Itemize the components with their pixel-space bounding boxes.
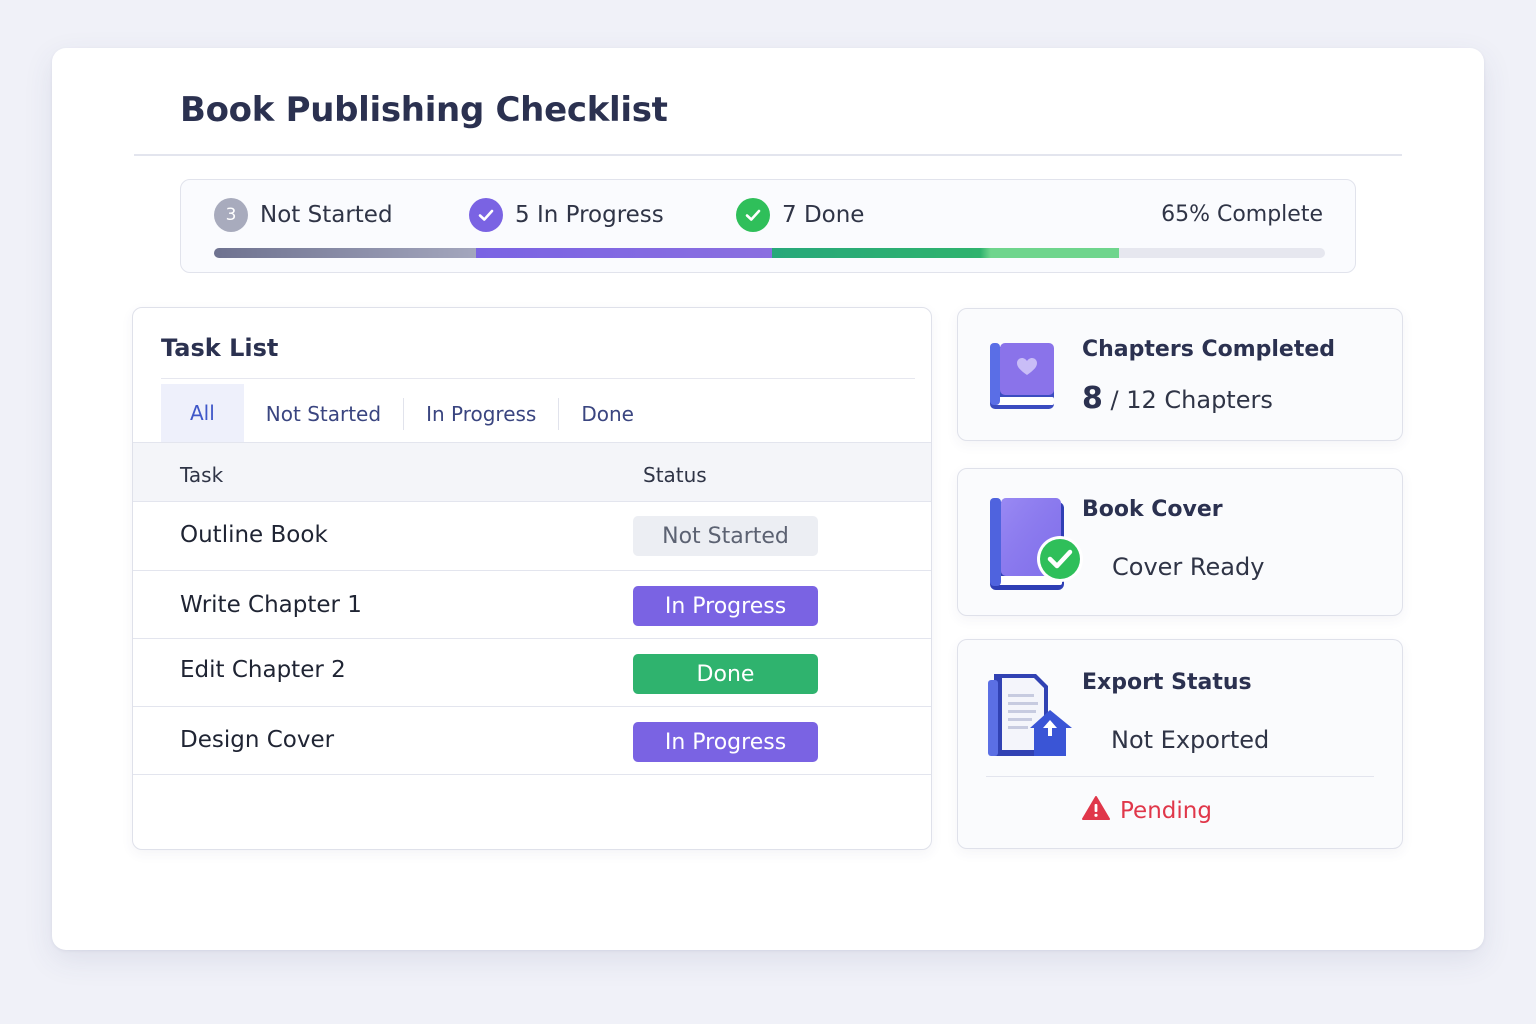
done-label: 7 Done (782, 202, 865, 228)
export-card-divider (986, 776, 1374, 777)
done-stat: 7 Done (736, 198, 864, 232)
column-header-status: Status (643, 463, 707, 487)
check-circle-icon (469, 198, 503, 232)
task-list-panel: Task List All Not Started In Progress Do… (132, 307, 932, 850)
page-title: Book Publishing Checklist (180, 90, 668, 130)
chapters-completed-card: Chapters Completed 8 / 12 Chapters (957, 308, 1403, 441)
warning-triangle-icon (1082, 795, 1110, 827)
table-header: Task Status (133, 442, 931, 502)
table-row[interactable]: Design Cover In Progress (133, 707, 931, 775)
not-started-count-badge: 3 (214, 198, 248, 232)
book-heart-icon (988, 341, 1058, 417)
progress-segment-done (772, 248, 1119, 258)
panel-divider (161, 378, 915, 379)
book-check-icon (988, 496, 1088, 598)
status-badge: In Progress (633, 586, 818, 626)
in-progress-label: 5 In Progress (515, 202, 664, 228)
task-name: Write Chapter 1 (180, 592, 362, 618)
in-progress-stat: 5 In Progress (469, 198, 664, 232)
export-status-value: Not Exported (1111, 726, 1270, 754)
export-status-title: Export Status (1082, 670, 1252, 695)
cover-status-value: Cover Ready (1112, 553, 1265, 581)
tab-not-started[interactable]: Not Started (244, 384, 403, 444)
export-status-card: Export Status Not Exported Pending (957, 639, 1403, 849)
progress-bar (214, 248, 1325, 258)
table-row[interactable]: Outline Book Not Started (133, 502, 931, 571)
chapters-total-label: / 12 Chapters (1110, 386, 1273, 414)
filter-tabs: All Not Started In Progress Done (161, 384, 656, 444)
title-divider (134, 154, 1402, 156)
chapters-progress: 8 / 12 Chapters (1082, 381, 1273, 416)
table-row[interactable]: Edit Chapter 2 Done (133, 639, 931, 707)
column-header-task: Task (180, 463, 224, 487)
progress-summary: 3 Not Started 5 In Progress 7 Done 65% C… (180, 179, 1356, 273)
pending-status: Pending (1082, 795, 1212, 827)
book-cover-card: Book Cover Cover Ready (957, 468, 1403, 616)
task-name: Outline Book (180, 522, 328, 548)
table-row[interactable]: Write Chapter 1 In Progress (133, 571, 931, 639)
tab-in-progress[interactable]: In Progress (404, 384, 558, 444)
progress-segment-not-started (214, 248, 476, 258)
status-badge: Done (633, 654, 818, 694)
progress-segment-in-progress (476, 248, 772, 258)
status-badge: Not Started (633, 516, 818, 556)
task-name: Edit Chapter 2 (180, 657, 346, 683)
task-name: Design Cover (180, 727, 335, 753)
not-started-label: Not Started (260, 202, 393, 228)
task-list-title: Task List (161, 334, 279, 362)
tab-done[interactable]: Done (559, 384, 656, 444)
document-upload-icon (986, 668, 1078, 764)
percent-complete-label: 65% Complete (1161, 202, 1323, 227)
pending-label: Pending (1120, 798, 1212, 824)
tab-all[interactable]: All (161, 384, 244, 444)
book-cover-title: Book Cover (1082, 497, 1223, 522)
status-badge: In Progress (633, 722, 818, 762)
chapters-card-title: Chapters Completed (1082, 337, 1336, 362)
chapters-completed-count: 8 (1082, 381, 1103, 416)
check-circle-icon (736, 198, 770, 232)
not-started-stat: 3 Not Started (214, 198, 393, 232)
